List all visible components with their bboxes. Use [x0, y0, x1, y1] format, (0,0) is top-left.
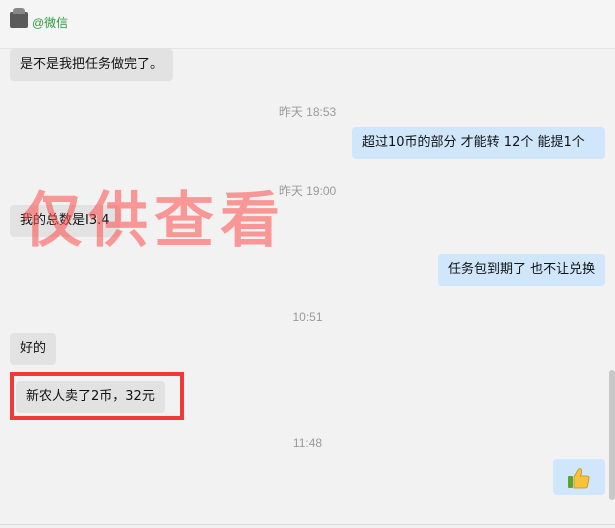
timestamp: 11:48	[292, 436, 323, 450]
scrollbar[interactable]	[609, 370, 615, 500]
message-incoming[interactable]: 好的	[10, 333, 57, 365]
chat-header: @微信	[0, 0, 615, 49]
timestamp: 10:51	[292, 310, 323, 324]
message-outgoing[interactable]: 任务包到期了 也不让兑换	[438, 254, 605, 286]
message-outgoing[interactable]: 超过10币的部分 才能转 12个 能提1个	[352, 127, 605, 159]
message-incoming[interactable]: 我的总数是I3.4	[10, 205, 120, 237]
thumbs-up-icon	[568, 468, 590, 489]
message-incoming[interactable]: 是不是我把任务做完了。	[10, 49, 174, 81]
avatar-icon[interactable]	[10, 8, 28, 28]
highlight-box	[10, 372, 184, 420]
divider	[0, 524, 615, 525]
timestamp: 昨天 18:53	[278, 105, 337, 119]
timestamp: 昨天 19:00	[278, 184, 337, 198]
message-outgoing-emoji[interactable]	[553, 459, 605, 495]
contact-name[interactable]: @微信	[32, 14, 68, 31]
